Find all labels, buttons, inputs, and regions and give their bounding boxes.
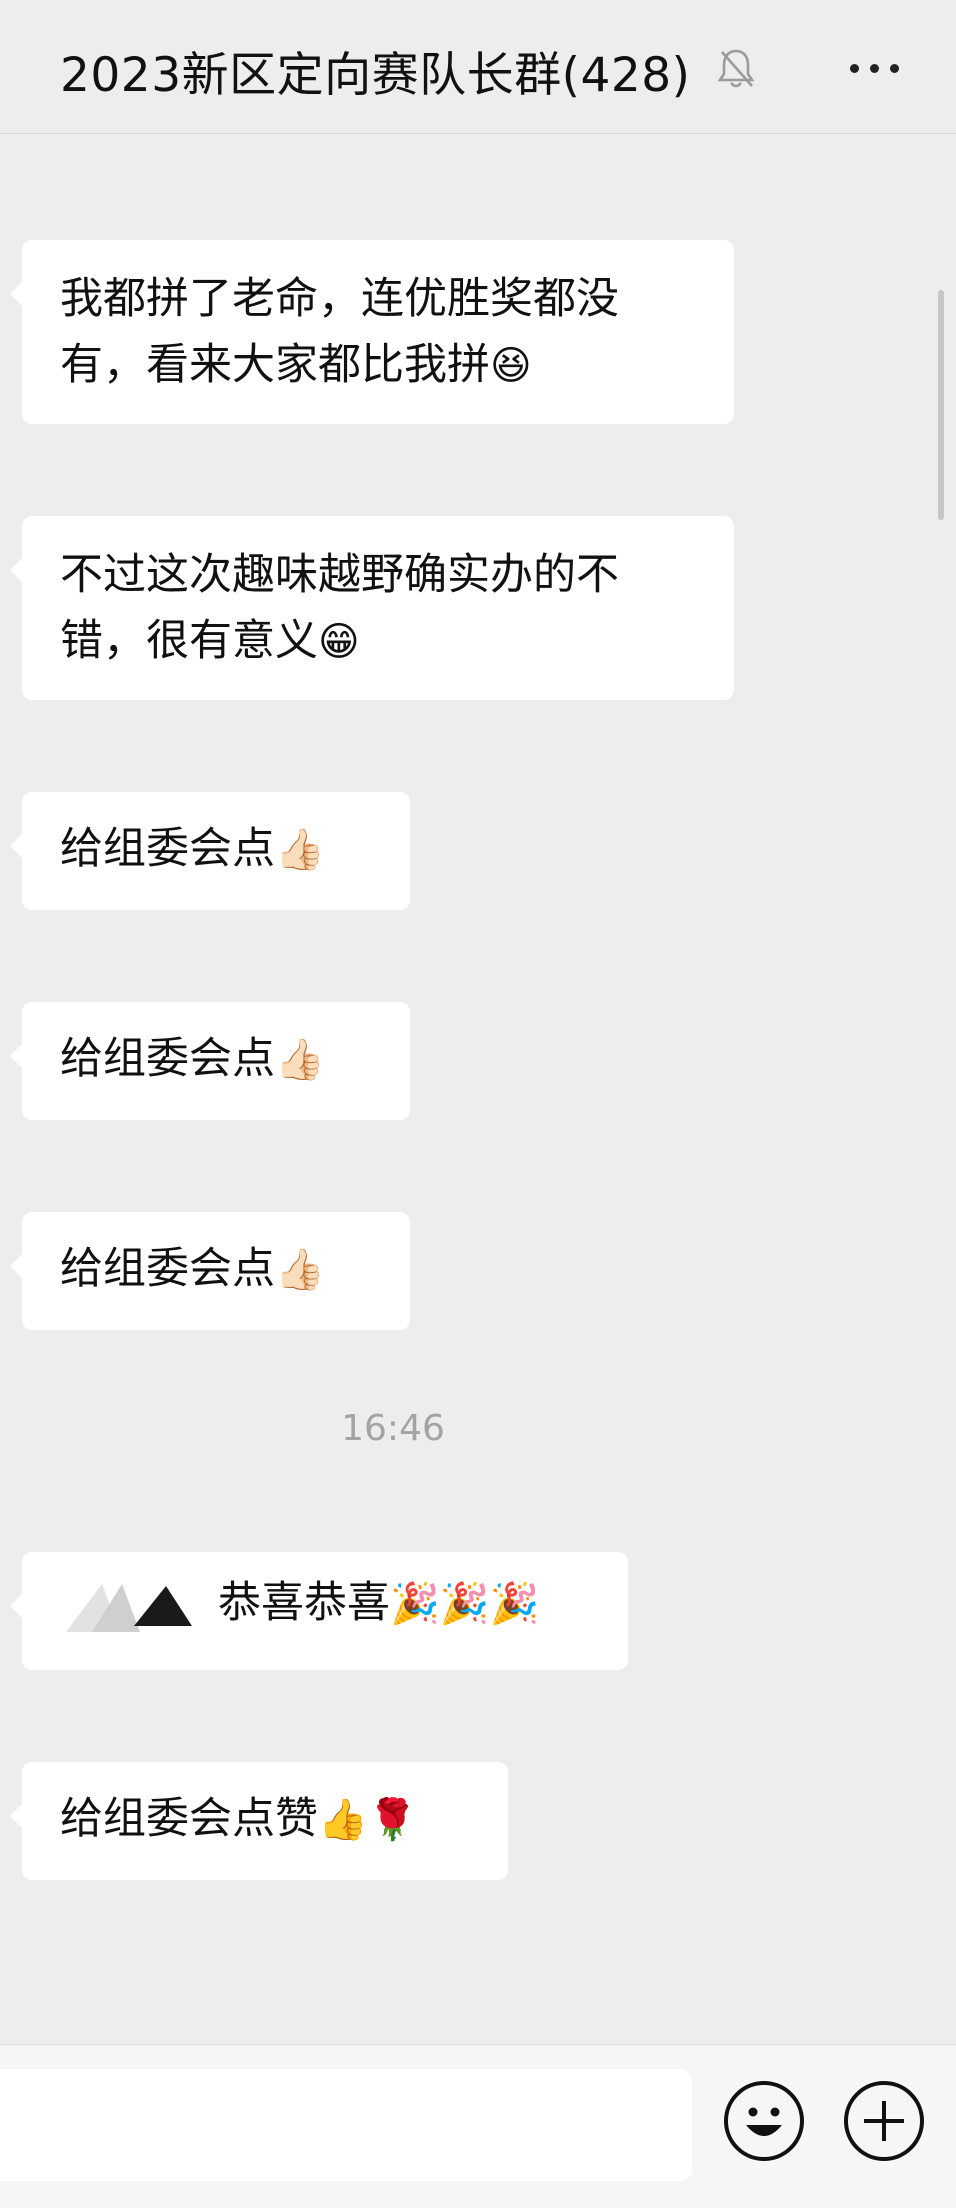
message-input[interactable]	[0, 2069, 692, 2181]
message-bubble[interactable]: 给组委会点赞👍🌹	[10, 1762, 508, 1880]
message-bubble[interactable]: 我都拼了老命，连优胜奖都没 有，看来大家都比我拼😆	[10, 240, 734, 424]
message-bubble[interactable]: 恭喜恭喜🎉🎉🎉	[10, 1552, 628, 1670]
bell-muted-icon	[717, 49, 755, 88]
message-text: 我都拼了老命，连优胜奖都没	[60, 274, 619, 324]
black-triangle-sticker-icon	[66, 1584, 192, 1632]
thumbs-up-emoji-icon: 👍🏻	[275, 827, 325, 873]
plus-button[interactable]	[844, 2081, 924, 2161]
message-text: 给组委会点	[60, 824, 275, 874]
thumbs-up-rose-emoji-icon: 👍🌹	[318, 1797, 418, 1843]
message-bubble[interactable]: 不过这次趣味越野确实办的不 错，很有意义😁	[10, 516, 734, 700]
message-bubble[interactable]: 给组委会点👍🏻	[10, 1212, 410, 1330]
thumbs-up-emoji-icon: 👍🏻	[275, 1037, 325, 1083]
chat-title[interactable]: 2023新区定向赛队长群(428)	[60, 36, 691, 105]
plus-icon	[864, 2101, 904, 2141]
more-dots-icon[interactable]	[848, 58, 902, 78]
message-text: 不过这次趣味越野确实办的不	[60, 550, 619, 600]
chat-header: 2023新区定向赛队长群(428)	[0, 0, 956, 134]
message-text: 有，看来大家都比我拼	[60, 340, 490, 390]
message-text: 错，很有意义	[60, 616, 318, 666]
grinning-squint-emoji-icon: 😆	[490, 343, 532, 389]
message-text: 给组委会点赞	[60, 1794, 318, 1844]
party-popper-emoji-icon: 🎉🎉🎉	[390, 1581, 540, 1627]
emoji-button[interactable]	[724, 2081, 804, 2161]
emoji-face-icon	[746, 2107, 782, 2136]
message-text: 给组委会点	[60, 1244, 275, 1294]
timestamp: 16:46	[341, 1408, 445, 1449]
scrollbar[interactable]	[938, 290, 944, 520]
message-text: 给组委会点	[60, 1034, 275, 1084]
beaming-face-emoji-icon: 😁	[318, 619, 360, 665]
input-bar	[0, 2044, 956, 2208]
message-text: 恭喜恭喜	[218, 1578, 390, 1628]
message-bubble[interactable]: 给组委会点👍🏻	[10, 792, 410, 910]
message-bubble[interactable]: 给组委会点👍🏻	[10, 1002, 410, 1120]
thumbs-up-emoji-icon: 👍🏻	[275, 1247, 325, 1293]
